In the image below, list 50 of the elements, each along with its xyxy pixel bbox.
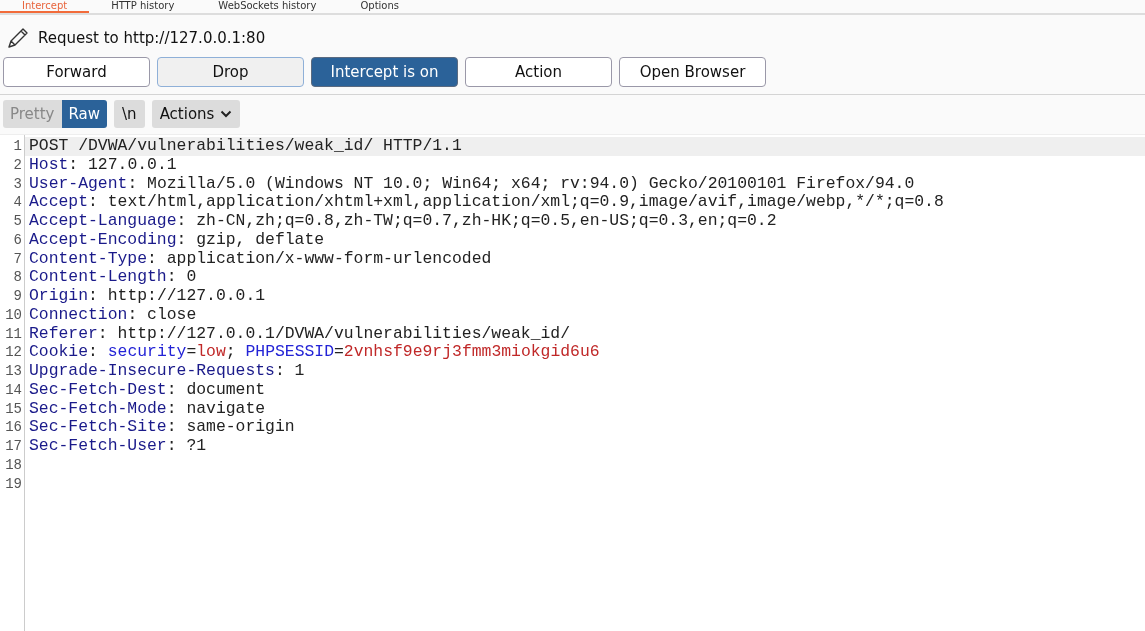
newline-toggle[interactable]: \n	[114, 100, 145, 128]
line-number: 16	[4, 418, 23, 437]
line-number: 18	[4, 455, 23, 475]
line-number: 4	[12, 193, 23, 212]
line-number: 17	[4, 437, 23, 456]
caret-icon	[220, 110, 233, 118]
code-line: Content-Type: application/x-www-form-urlencoded	[29, 248, 492, 268]
toolbar-button[interactable]: Open Browser	[619, 57, 766, 87]
tab[interactable]: Options	[338, 0, 421, 11]
code-line: User-Agent: Mozilla/5.0 (Windows NT 10.0; Win64; x64; rv:94.0) Gecko/20100101 Firefox/94.0	[29, 173, 915, 193]
line-number: 13	[4, 362, 23, 381]
line-number: 11	[4, 324, 23, 344]
view-tab[interactable]: Raw	[61, 100, 108, 128]
code-line: POST /DVWA/vulnerabilities/weak_id/ HTTP/1.1	[29, 136, 462, 155]
code-line: Sec-Fetch-Dest: document	[29, 379, 266, 399]
code-line: Accept: text/html,application/xhtml+xml,application/xml;q=0.9,image/avif,image/webp,*/*;q=0.8	[29, 192, 944, 212]
code-line: Accept-Encoding: gzip, deflate	[29, 229, 325, 249]
code-line: Cookie: security=low; PHPSESSID=2vnhsf9e9rj3fmm3miokgid6u6	[29, 342, 600, 362]
line-number: 3	[12, 174, 23, 194]
code-line: Upgrade-Insecure-Requests: 1	[29, 361, 305, 380]
line-number: 8	[12, 268, 23, 287]
line-number: 5	[12, 212, 23, 231]
tab[interactable]: HTTP history	[89, 0, 197, 11]
line-number: 12	[4, 343, 23, 362]
line-number: 19	[4, 474, 23, 494]
code-line: Host: 127.0.0.1	[29, 154, 177, 174]
toolbar-button[interactable]: Action	[465, 57, 612, 87]
tab[interactable]: WebSockets history	[196, 0, 339, 11]
line-number: 10	[4, 305, 23, 325]
code-line: Connection: close	[29, 304, 197, 324]
line-number: 7	[12, 249, 23, 269]
code-line: Sec-Fetch-Site: same-origin	[29, 417, 295, 437]
code-line: Referer: http://127.0.0.1/DVWA/vulnerabilities/weak_id/	[29, 323, 570, 343]
toolbar-button[interactable]: Forward	[3, 57, 150, 87]
line-number: 9	[12, 287, 23, 306]
code-line: Sec-Fetch-Mode: navigate	[29, 398, 266, 418]
code-line: Sec-Fetch-User: ?1	[29, 436, 207, 455]
line-number: 14	[4, 380, 23, 400]
line-number: 6	[12, 230, 23, 250]
toolbar-button[interactable]: Drop	[157, 57, 304, 87]
code-line: Origin: http://127.0.0.1	[29, 286, 266, 305]
line-number: 15	[4, 399, 23, 419]
request-title: Request to http://127.0.0.1:80	[38, 29, 266, 47]
code-line: Content-Length: 0	[29, 267, 197, 287]
actions-dropdown[interactable]: Actions	[151, 100, 241, 128]
line-number: 1	[12, 137, 23, 156]
code-line: Accept-Language: zh-CN,zh;q=0.8,zh-TW;q=0.7,zh-HK;q=0.5,en-US;q=0.3,en;q=0.2	[29, 211, 777, 230]
pencil-icon	[6, 26, 30, 50]
toolbar-button[interactable]: Intercept is on	[311, 57, 458, 87]
line-number: 2	[12, 155, 23, 175]
